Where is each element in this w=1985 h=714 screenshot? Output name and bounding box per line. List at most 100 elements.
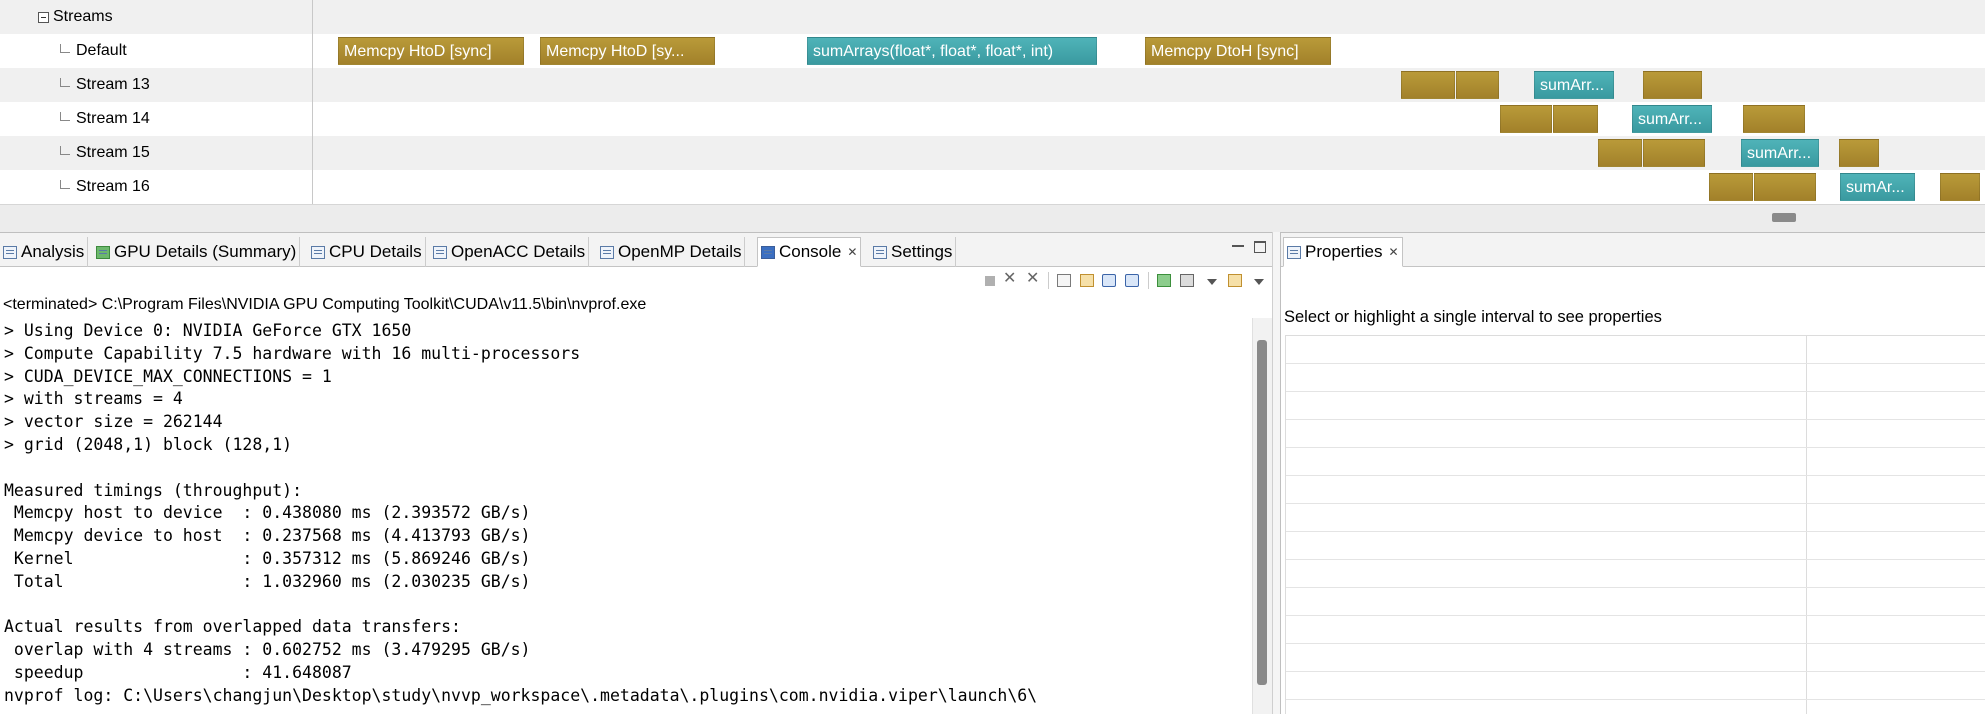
- gpu-details-icon: [96, 245, 110, 259]
- table-row[interactable]: [1286, 588, 1985, 616]
- tab-properties[interactable]: Properties ✕: [1283, 237, 1403, 267]
- kernel-segment[interactable]: sumArr...: [1632, 105, 1712, 133]
- chevron-down-icon[interactable]: [1254, 279, 1264, 285]
- remove-launch-icon[interactable]: ✕: [1003, 270, 1017, 287]
- show-stderr-icon[interactable]: [1125, 274, 1139, 287]
- table-row[interactable]: [1286, 448, 1985, 476]
- memcpy-segment[interactable]: [1500, 105, 1552, 133]
- vertical-scroll-thumb[interactable]: [1257, 340, 1267, 685]
- properties-pane: Properties ✕ Select or highlight a singl…: [1280, 232, 1985, 714]
- tab-gpu-details[interactable]: GPU Details (Summary): [93, 237, 301, 267]
- console-toolbar: ✕ ✕: [0, 267, 1272, 293]
- memcpy-segment[interactable]: [1754, 173, 1816, 201]
- streams-group-label[interactable]: Streams: [0, 0, 312, 34]
- memcpy-segment[interactable]: [1940, 173, 1980, 201]
- close-icon[interactable]: ✕: [847, 245, 857, 259]
- table-row[interactable]: [1286, 560, 1985, 588]
- tab-analysis[interactable]: Analysis: [0, 237, 89, 267]
- row-label-stream-16: Stream 16: [0, 170, 312, 204]
- row-label-text: Stream 14: [76, 110, 150, 127]
- cpu-details-icon: [311, 245, 325, 259]
- tab-label: OpenMP Details: [618, 242, 742, 261]
- tab-label: Properties: [1305, 242, 1383, 261]
- maximize-icon[interactable]: [1254, 241, 1266, 253]
- minimize-icon[interactable]: [1232, 241, 1244, 247]
- memcpy-segment[interactable]: [1743, 105, 1805, 133]
- timeline-row-stream-16[interactable]: Stream 16 sumAr...: [0, 170, 1985, 204]
- row-label-text: Stream 16: [76, 178, 150, 195]
- row-label-stream-14: Stream 14: [0, 102, 312, 136]
- memcpy-segment[interactable]: [1553, 105, 1598, 133]
- open-console-icon[interactable]: [1228, 274, 1242, 287]
- row-label-default: Default: [0, 34, 312, 68]
- properties-hint: Select or highlight a single interval to…: [1284, 308, 1662, 326]
- console-text: > Using Device 0: NVIDIA GeForce GTX 165…: [4, 321, 1038, 705]
- memcpy-segment[interactable]: [1598, 139, 1642, 167]
- properties-table[interactable]: [1285, 335, 1985, 714]
- table-row[interactable]: [1286, 616, 1985, 644]
- table-row[interactable]: [1286, 392, 1985, 420]
- settings-icon: [873, 245, 887, 259]
- tab-label: GPU Details (Summary): [114, 242, 297, 261]
- table-row[interactable]: [1286, 364, 1985, 392]
- memcpy-segment[interactable]: [1643, 71, 1702, 99]
- timeline-row-default[interactable]: Default Memcpy HtoD [sync] Memcpy HtoD […: [0, 34, 1985, 68]
- table-row[interactable]: [1286, 644, 1985, 672]
- timeline-row-stream-15[interactable]: Stream 15 sumArr...: [0, 136, 1985, 170]
- show-stdout-icon[interactable]: [1102, 274, 1116, 287]
- row-label-stream-15: Stream 15: [0, 136, 312, 170]
- clear-console-icon[interactable]: [1057, 274, 1071, 287]
- scroll-lock-icon[interactable]: [1080, 274, 1094, 287]
- kernel-segment[interactable]: sumArr...: [1534, 71, 1614, 99]
- kernel-segment[interactable]: sumArrays(float*, float*, float*, int): [807, 37, 1097, 65]
- terminate-icon[interactable]: [985, 276, 995, 286]
- streams-group-row[interactable]: Streams: [0, 0, 1985, 34]
- kernel-segment[interactable]: sumArr...: [1741, 139, 1819, 167]
- remove-all-terminated-icon[interactable]: ✕: [1026, 270, 1040, 287]
- memcpy-segment[interactable]: [1839, 139, 1879, 167]
- memcpy-segment[interactable]: [1401, 71, 1455, 99]
- chevron-down-icon[interactable]: [1207, 279, 1217, 285]
- console-pane: Analysis GPU Details (Summary) CPU Detai…: [0, 232, 1272, 714]
- table-row[interactable]: [1286, 336, 1985, 364]
- tab-openmp-details[interactable]: OpenMP Details: [597, 237, 746, 267]
- pin-console-icon[interactable]: [1157, 274, 1171, 287]
- label-column-divider[interactable]: [312, 0, 313, 204]
- memcpy-segment[interactable]: [1709, 173, 1753, 201]
- table-row[interactable]: [1286, 672, 1985, 700]
- table-row[interactable]: [1286, 532, 1985, 560]
- analysis-icon: [3, 245, 17, 259]
- collapse-icon[interactable]: [38, 11, 49, 23]
- tab-openacc-details[interactable]: OpenACC Details: [430, 237, 590, 267]
- tab-cpu-details[interactable]: CPU Details: [308, 237, 426, 267]
- tree-elbow-icon: [60, 145, 70, 155]
- table-row[interactable]: [1286, 504, 1985, 532]
- timeline-row-stream-13[interactable]: Stream 13 sumArr...: [0, 68, 1985, 102]
- display-console-icon[interactable]: [1180, 274, 1194, 287]
- tab-console[interactable]: Console ✕: [757, 237, 862, 267]
- console-title: <terminated> C:\Program Files\NVIDIA GPU…: [3, 296, 647, 313]
- toolbar-separator: [1048, 272, 1049, 289]
- pane-sash[interactable]: [1272, 232, 1280, 714]
- memcpy-segment[interactable]: Memcpy HtoD [sy...: [540, 37, 715, 65]
- table-row[interactable]: [1286, 420, 1985, 448]
- timeline-panel: Streams Default Memcpy HtoD [sync] Memcp…: [0, 0, 1985, 232]
- streams-group-text: Streams: [53, 8, 113, 25]
- properties-tab-bar: Properties ✕: [1281, 233, 1985, 267]
- console-output[interactable]: > Using Device 0: NVIDIA GeForce GTX 165…: [0, 318, 1250, 714]
- memcpy-segment[interactable]: [1456, 71, 1499, 99]
- table-row[interactable]: [1286, 476, 1985, 504]
- kernel-segment[interactable]: sumAr...: [1840, 173, 1915, 201]
- timeline-horizontal-scrollbar[interactable]: [0, 204, 1985, 232]
- console-vertical-scrollbar[interactable]: [1252, 318, 1272, 714]
- nvvp-window: Streams Default Memcpy HtoD [sync] Memcp…: [0, 0, 1985, 714]
- timeline-row-stream-14[interactable]: Stream 14 sumArr...: [0, 102, 1985, 136]
- close-icon[interactable]: ✕: [1388, 245, 1398, 259]
- memcpy-segment[interactable]: Memcpy HtoD [sync]: [338, 37, 524, 65]
- memcpy-segment[interactable]: Memcpy DtoH [sync]: [1145, 37, 1331, 65]
- row-label-text: Default: [76, 42, 127, 59]
- tab-settings[interactable]: Settings: [870, 237, 957, 267]
- tab-label: Analysis: [21, 242, 85, 261]
- horizontal-scroll-thumb[interactable]: [1772, 213, 1796, 222]
- memcpy-segment[interactable]: [1643, 139, 1705, 167]
